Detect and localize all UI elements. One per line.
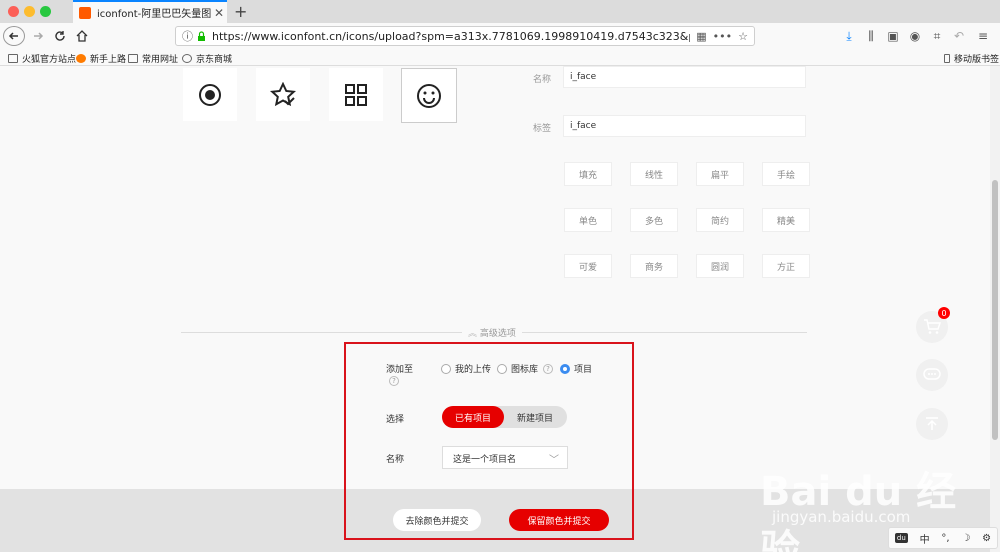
library-icon[interactable]: ⫼ — [862, 27, 880, 45]
punctuation-icon[interactable]: °, — [941, 533, 949, 544]
info-icon[interactable]: ⓘ — [182, 28, 193, 44]
bookmark-label: 新手上路 — [90, 55, 127, 65]
lock-icon — [198, 30, 205, 41]
url-text[interactable]: https://www.iconfont.cn/icons/upload?spm… — [212, 30, 690, 43]
advanced-options-toggle[interactable]: ︽ 高级选项 — [462, 326, 522, 339]
icon-name-label: 名称 — [533, 75, 552, 85]
bookmarks-bar: 火狐官方站点 新手上路 常用网址 京东商城 移动版书签 — [0, 49, 1000, 66]
maximize-window-button[interactable] — [40, 6, 51, 17]
tag-simple[interactable]: 简约 — [696, 208, 744, 232]
folder-icon — [128, 54, 138, 63]
tab-title: iconfont-阿里巴巴矢量图标库 — [97, 9, 211, 20]
icon-preview-star[interactable] — [256, 68, 310, 121]
chevron-up-icon: ︽ — [468, 329, 478, 339]
home-icon — [76, 30, 88, 42]
ime-language[interactable]: 中 — [920, 531, 930, 546]
sidebar-icon[interactable]: ▣ — [884, 27, 902, 45]
bookmark-jd[interactable]: 京东商城 — [182, 52, 232, 65]
arrow-to-top-icon — [926, 417, 938, 430]
baidu-watermark-url: jingyan.baidu.com — [772, 508, 911, 526]
chat-bubble-icon — [923, 368, 941, 380]
mobile-bookmarks[interactable]: 移动版书签 — [944, 52, 999, 65]
tab-iconfont[interactable]: iconfont-阿里巴巴矢量图标库 ✕ — [73, 0, 227, 23]
qr-code-icon[interactable]: ▦ — [696, 30, 706, 43]
tag-flat[interactable]: 扁平 — [696, 162, 744, 186]
browser-chrome: iconfont-阿里巴巴矢量图标库 ✕ + ⓘ https://www.ico… — [0, 0, 1000, 66]
back-button[interactable] — [3, 26, 25, 46]
reload-button[interactable] — [49, 26, 71, 46]
screenshot-icon[interactable]: ⌗ — [928, 27, 946, 45]
tab-close-icon[interactable]: ✕ — [211, 6, 227, 20]
icon-tag-input[interactable]: i_face — [563, 115, 806, 137]
smiley-face-icon — [417, 83, 441, 108]
tag-multi-color[interactable]: 多色 — [630, 208, 678, 232]
tab-bar: iconfont-阿里巴巴矢量图标库 ✕ + — [0, 0, 1000, 23]
ime-logo-icon[interactable]: du — [894, 533, 908, 543]
reload-icon — [55, 31, 65, 41]
back-arrow-icon — [8, 32, 18, 40]
icon-preview-face[interactable] — [401, 68, 457, 123]
tag-line[interactable]: 线性 — [630, 162, 678, 186]
shopping-cart-icon — [924, 319, 941, 334]
menu-icon[interactable]: ≡ — [974, 27, 992, 45]
bookmark-label: 火狐官方站点 — [22, 55, 77, 65]
radio-dot-icon — [199, 83, 221, 106]
bookmark-common-sites[interactable]: 常用网址 — [128, 52, 178, 65]
tag-hand-drawn[interactable]: 手绘 — [762, 162, 810, 186]
ime-toolbar: du 中 °, ☽ ⚙ — [888, 527, 998, 549]
undo-icon[interactable]: ↶ — [950, 27, 968, 45]
settings-gear-icon[interactable]: ⚙ — [982, 533, 991, 544]
tag-rounded[interactable]: 圆润 — [696, 254, 744, 278]
bookmark-firefox-site[interactable]: 火狐官方站点 — [8, 52, 76, 65]
mobile-icon — [944, 54, 950, 63]
icon-preview-radio[interactable] — [183, 68, 237, 121]
url-bar[interactable]: ⓘ https://www.iconfont.cn/icons/upload?s… — [175, 26, 755, 46]
tag-mono[interactable]: 单色 — [564, 208, 612, 232]
bookmark-getting-started[interactable]: 新手上路 — [76, 52, 126, 65]
bookmark-star-icon[interactable]: ☆ — [738, 30, 748, 43]
bookmark-label: 常用网址 — [142, 55, 179, 65]
forward-arrow-icon — [34, 32, 44, 40]
close-window-button[interactable] — [8, 6, 19, 17]
annotation-highlight-box — [344, 342, 634, 540]
tag-exquisite[interactable]: 精美 — [762, 208, 810, 232]
tag-cute[interactable]: 可爱 — [564, 254, 612, 278]
page-content: 名称 i_face 标签 i_face 填充 线性 扁平 手绘 单色 多色 简约… — [0, 66, 990, 552]
account-icon[interactable]: ◉ — [906, 27, 924, 45]
globe-icon — [182, 54, 192, 63]
feedback-button[interactable] — [916, 359, 948, 391]
folder-icon — [8, 54, 18, 63]
tag-business[interactable]: 商务 — [630, 254, 678, 278]
downloads-icon[interactable]: ⤓ — [840, 27, 858, 45]
minimize-window-button[interactable] — [24, 6, 35, 17]
cart-count-badge: 0 — [938, 307, 950, 319]
back-to-top-button[interactable] — [916, 408, 948, 440]
bookmark-label: 移动版书签 — [954, 55, 1000, 65]
tag-square[interactable]: 方正 — [762, 254, 810, 278]
home-button[interactable] — [71, 26, 93, 46]
icon-tag-label: 标签 — [533, 124, 552, 134]
grid-icon — [345, 83, 367, 106]
advanced-options-label: 高级选项 — [479, 329, 516, 339]
icon-preview-grid[interactable] — [329, 68, 383, 121]
icon-name-input[interactable]: i_face — [563, 66, 806, 88]
tag-fill[interactable]: 填充 — [564, 162, 612, 186]
nav-bar: ⓘ https://www.iconfont.cn/icons/upload?s… — [0, 23, 1000, 49]
page-actions-button[interactable]: ••• — [713, 30, 732, 43]
firefox-icon — [76, 54, 86, 63]
star-check-icon — [270, 81, 296, 106]
bookmark-label: 京东商城 — [196, 55, 233, 65]
scrollbar-thumb[interactable] — [992, 180, 998, 440]
moon-icon[interactable]: ☽ — [961, 533, 970, 544]
new-tab-button[interactable]: + — [234, 2, 247, 21]
forward-button[interactable] — [27, 26, 49, 46]
iconfont-favicon-icon — [79, 6, 91, 19]
